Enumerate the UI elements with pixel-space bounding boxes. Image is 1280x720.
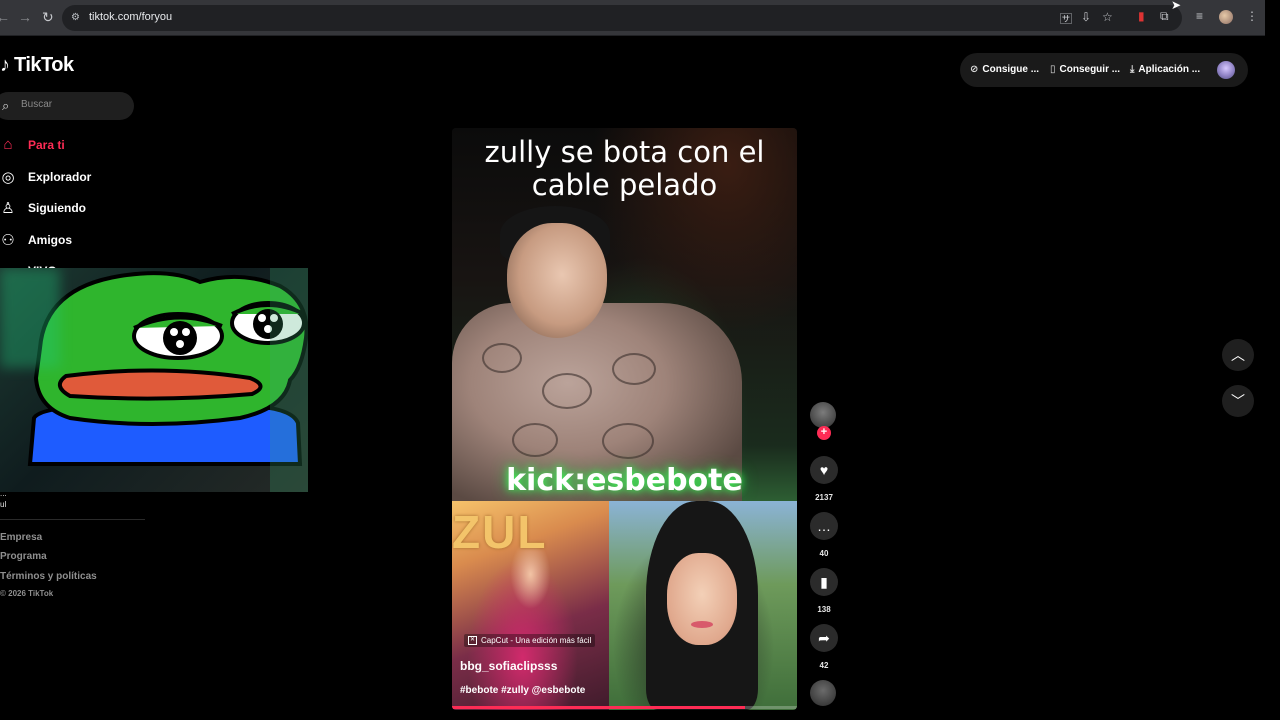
comment-button[interactable]: … bbox=[810, 512, 838, 540]
phone-icon: ▯ bbox=[1050, 64, 1056, 75]
comment-count: 40 bbox=[819, 549, 829, 558]
share-button[interactable]: ➦ bbox=[810, 624, 838, 652]
address-bar[interactable]: ⚙ tiktok.com/foryou 🈂 ⇩ ☆ bbox=[62, 5, 1182, 31]
video-progress-fill bbox=[452, 706, 746, 709]
footer-link-terminos[interactable]: Términos y políticas bbox=[0, 571, 97, 582]
search-box[interactable]: ⌕ bbox=[0, 92, 134, 120]
logo-text: TikTok bbox=[14, 54, 74, 76]
footer-note: ... ul bbox=[0, 488, 7, 510]
caption-line: cable pelado bbox=[531, 168, 718, 202]
balloon-letters: ZUL bbox=[452, 506, 548, 558]
footer-note-line: ... bbox=[0, 489, 7, 498]
sidebar-item-label: Amigos bbox=[28, 233, 73, 247]
coin-icon: ⊘ bbox=[970, 64, 979, 75]
get-coins-button[interactable]: ⊘ Consigue ... bbox=[970, 64, 1039, 75]
back-icon[interactable]: ← bbox=[0, 9, 10, 25]
kick-channel-text: kick:esbebote bbox=[506, 463, 743, 498]
button-label: Aplicación ... bbox=[1138, 64, 1201, 75]
share-count: 42 bbox=[819, 661, 829, 670]
site-settings-icon[interactable]: ⚙ bbox=[71, 12, 83, 24]
copyright: © 2026 TikTok bbox=[0, 589, 54, 598]
browser-menu-icon[interactable]: ⋮ bbox=[1246, 9, 1258, 23]
heart-icon: ♥ bbox=[819, 462, 829, 478]
tiktok-logo[interactable]: ♪ TikTok bbox=[0, 54, 74, 77]
capcut-label: CapCut - Una edición más fácil bbox=[481, 636, 592, 645]
stream-overlay-pepe bbox=[0, 268, 308, 492]
comment-icon: … bbox=[817, 518, 831, 534]
get-app-button[interactable]: ▯ Conseguir ... bbox=[1050, 64, 1120, 75]
following-icon: ♙ bbox=[1, 200, 15, 217]
divider bbox=[0, 519, 145, 520]
button-label: Conseguir ... bbox=[1059, 64, 1121, 75]
compass-icon: ◎ bbox=[1, 169, 15, 186]
person-head bbox=[507, 223, 607, 338]
video-bottom-left-frame: ZUL bbox=[452, 501, 609, 710]
chevron-down-icon: ﹀ bbox=[1231, 393, 1245, 409]
extensions-puzzle-icon[interactable]: ⧉ bbox=[1160, 9, 1169, 24]
footer-link-empresa[interactable]: Empresa bbox=[0, 532, 42, 543]
girl-face bbox=[667, 553, 737, 645]
video-hashtags[interactable]: #bebote #zully @esbebote bbox=[460, 685, 585, 696]
bookmark-icon: ▮ bbox=[820, 574, 828, 590]
music-disc-avatar[interactable] bbox=[810, 680, 836, 706]
sidebar-item-amigos[interactable]: ⚇ Amigos bbox=[0, 231, 72, 249]
translate-icon[interactable]: 🈂 bbox=[1060, 10, 1072, 27]
download-icon: ⤓ bbox=[1130, 64, 1135, 75]
reload-icon[interactable]: ↻ bbox=[42, 9, 54, 26]
tab-queue-icon[interactable]: ≡ bbox=[1196, 9, 1203, 23]
video-player[interactable]: zully se bota con el cable pelado kick:e… bbox=[452, 128, 797, 710]
like-count: 2137 bbox=[815, 493, 833, 502]
button-label: Consigue ... bbox=[982, 64, 1040, 75]
like-button[interactable]: ♥ bbox=[810, 456, 838, 484]
desktop-app-button[interactable]: ⤓ Aplicación ... bbox=[1130, 64, 1200, 75]
footer-link-programa[interactable]: Programa bbox=[0, 551, 47, 562]
video-top-frame: zully se bota con el cable pelado kick:e… bbox=[452, 128, 797, 503]
creator-avatar[interactable] bbox=[810, 402, 836, 428]
girl-lips bbox=[691, 621, 713, 628]
forward-icon[interactable]: → bbox=[18, 9, 32, 25]
sidebar-item-label: Para ti bbox=[28, 137, 65, 152]
extension-icon[interactable]: ▮ bbox=[1138, 9, 1145, 23]
browser-toolbar: ← → ↻ ⚙ tiktok.com/foryou 🈂 ⇩ ☆ ▮ ⧉ ≡ ⋮ … bbox=[0, 0, 1265, 36]
mouse-cursor-icon: ➤ bbox=[1171, 0, 1182, 12]
video-progress-bar[interactable] bbox=[452, 706, 797, 709]
follow-plus-icon[interactable]: + bbox=[817, 426, 831, 440]
capcut-badge[interactable]: ✕ CapCut - Una edición más fácil bbox=[464, 634, 596, 647]
video-bottom-right-frame bbox=[609, 501, 797, 710]
profile-avatar[interactable] bbox=[1219, 10, 1233, 24]
sidebar-item-para-ti[interactable]: ⌂ Para ti bbox=[0, 136, 65, 153]
video-author[interactable]: bbg_sofiaclipsss bbox=[460, 659, 557, 673]
search-input[interactable] bbox=[21, 99, 121, 110]
user-avatar[interactable] bbox=[1217, 61, 1235, 79]
top-actions-bar: ⊘ Consigue ... ▯ Conseguir ... ⤓ Aplicac… bbox=[960, 53, 1248, 87]
sidebar-item-explorador[interactable]: ◎ Explorador bbox=[0, 168, 91, 186]
sidebar-item-label: Siguiendo bbox=[28, 201, 86, 215]
previous-video-button[interactable]: ︿ bbox=[1222, 339, 1254, 371]
sidebar-item-label: Explorador bbox=[28, 170, 92, 184]
tiktok-note-icon: ♪ bbox=[0, 54, 10, 76]
friends-icon: ⚇ bbox=[1, 232, 15, 249]
search-icon[interactable]: ⌕ bbox=[2, 98, 9, 114]
install-app-icon[interactable]: ⇩ bbox=[1081, 10, 1091, 24]
capcut-icon: ✕ bbox=[468, 636, 477, 645]
save-count: 138 bbox=[817, 605, 831, 614]
save-button[interactable]: ▮ bbox=[810, 568, 838, 596]
footer-note-line: ul bbox=[0, 500, 7, 509]
next-video-button[interactable]: ﹀ bbox=[1222, 385, 1254, 417]
chevron-up-icon: ︿ bbox=[1231, 347, 1245, 363]
url-text[interactable]: tiktok.com/foryou bbox=[89, 11, 172, 23]
bookmark-star-icon[interactable]: ☆ bbox=[1102, 10, 1113, 24]
sidebar-item-siguiendo[interactable]: ♙ Siguiendo bbox=[0, 199, 86, 217]
video-caption-overlay: zully se bota con el cable pelado bbox=[452, 136, 797, 202]
share-icon: ➦ bbox=[818, 630, 830, 646]
caption-line: zully se bota con el bbox=[484, 135, 765, 169]
home-icon: ⌂ bbox=[3, 136, 13, 153]
